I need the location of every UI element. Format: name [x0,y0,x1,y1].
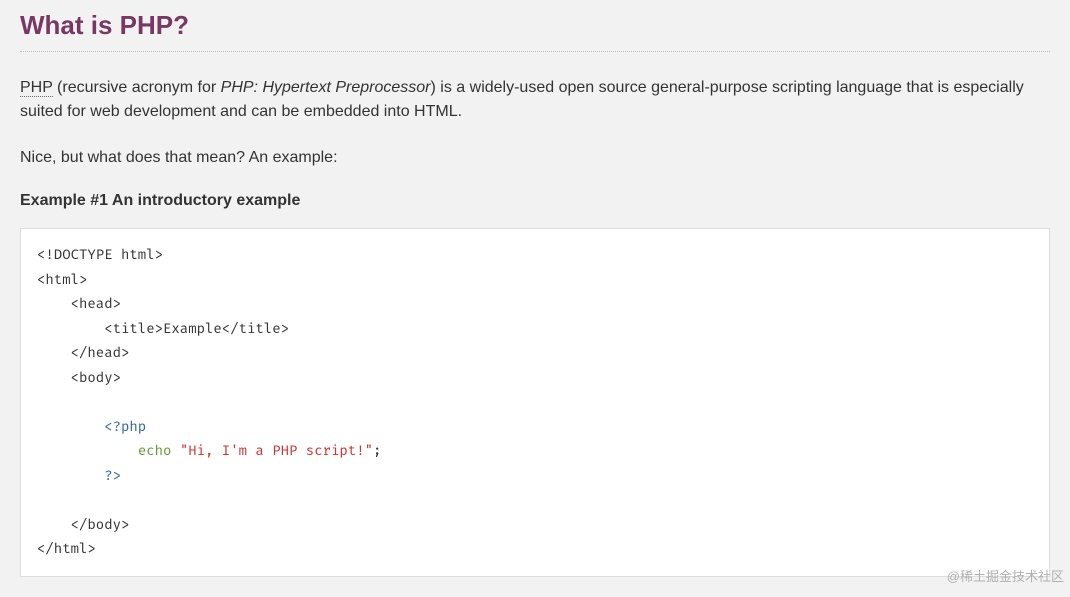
php-echo-keyword: echo [138,442,180,459]
code-example-block: <!DOCTYPE html> <html> <head> <title>Exa… [20,228,1050,577]
code-line: <head> [37,295,121,312]
php-abbr: PHP [20,79,53,97]
watermark-text: @稀土掘金技术社区 [947,566,1064,585]
example-title: Example #1 An introductory example [20,192,1050,210]
code-indent [37,418,104,435]
php-close-tag: ?> [104,467,121,484]
php-expansion: PHP: Hypertext Preprocessor [221,79,431,96]
text-before-italic: (recursive acronym for [53,79,221,96]
code-line: </head> [37,344,129,361]
code-indent [37,467,104,484]
code-line: <html> [37,271,87,288]
content-container: What is PHP? PHP (recursive acronym for … [0,0,1070,597]
intro-paragraph: PHP (recursive acronym for PHP: Hypertex… [20,76,1050,124]
page-heading: What is PHP? [20,10,1050,52]
example-intro-paragraph: Nice, but what does that mean? An exampl… [20,146,1050,170]
code-line: <title>Example</title> [37,320,289,337]
code-line: <!DOCTYPE html> [37,246,163,263]
code-line: </html> [37,540,96,557]
code-indent [37,442,138,459]
php-string: "Hi, I'm a PHP script!" [180,442,373,459]
php-open-tag: <?php [104,418,146,435]
code-line: <body> [37,369,121,386]
code-semicolon: ; [373,442,381,459]
code-line: </body> [37,516,129,533]
